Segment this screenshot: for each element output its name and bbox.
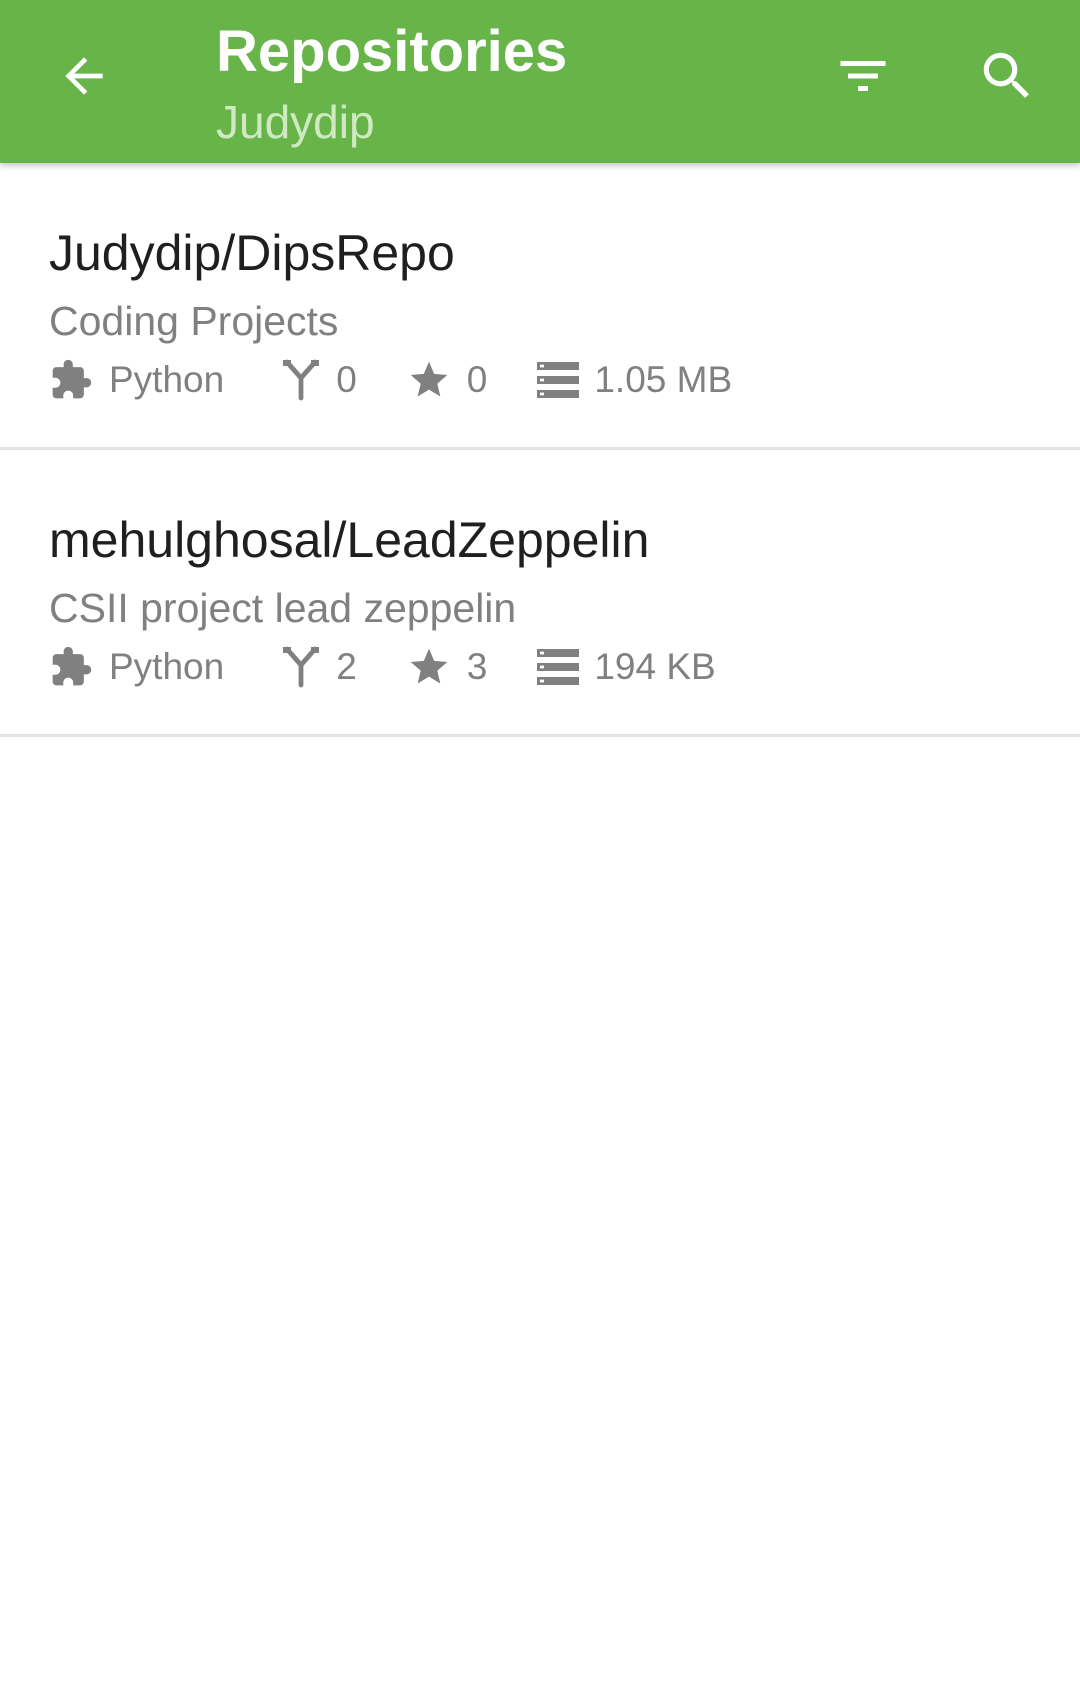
repository-meta: Python 0 0 1.05 MB — [49, 355, 732, 405]
language-label: Python — [109, 359, 225, 400]
repository-meta: Python 2 3 194 KB — [49, 642, 716, 692]
star-icon — [407, 645, 451, 689]
repository-language: Python — [49, 355, 224, 405]
size-label: 1.05 MB — [594, 359, 733, 400]
fork-icon — [281, 358, 321, 402]
repository-language: Python — [49, 642, 224, 692]
repository-forks: 0 — [281, 355, 357, 405]
page-title: Repositories — [216, 19, 568, 84]
storage-icon — [537, 360, 580, 400]
repository-list-item[interactable]: mehulghosal/LeadZeppelin CSII project le… — [0, 450, 1080, 737]
size-label: 194 KB — [594, 646, 716, 687]
repository-size: 194 KB — [537, 642, 716, 692]
back-button[interactable] — [44, 36, 124, 116]
repository-name: Judydip/DipsRepo — [49, 225, 455, 281]
repository-size: 1.05 MB — [537, 355, 732, 405]
puzzle-icon — [49, 645, 93, 689]
repository-forks: 2 — [281, 642, 357, 692]
filter-icon — [840, 61, 886, 91]
repository-list-item[interactable]: Judydip/DipsRepo Coding Projects Python … — [0, 163, 1080, 450]
search-icon — [983, 52, 1029, 98]
filter-button[interactable] — [823, 36, 903, 116]
repository-name: mehulghosal/LeadZeppelin — [49, 512, 650, 568]
fork-icon — [281, 645, 321, 689]
star-count: 0 — [466, 359, 488, 400]
search-button[interactable] — [967, 36, 1047, 116]
page-subtitle: Judydip — [216, 96, 375, 148]
repository-stars: 0 — [407, 355, 488, 405]
repository-stars: 3 — [407, 642, 488, 692]
language-label: Python — [109, 646, 225, 687]
fork-count: 2 — [336, 646, 357, 687]
repository-list: Judydip/DipsRepo Coding Projects Python … — [0, 163, 1080, 737]
app-bar: Repositories Judydip — [0, 0, 1080, 163]
repositories-screen: Repositories Judydip Judydip/DipsRepo Co… — [0, 0, 1080, 1699]
storage-icon — [537, 647, 580, 687]
star-count: 3 — [466, 646, 488, 687]
repository-description: Coding Projects — [49, 298, 339, 344]
repository-description: CSII project lead zeppelin — [49, 585, 517, 631]
puzzle-icon — [49, 358, 93, 402]
arrow-back-icon — [65, 57, 103, 95]
star-icon — [407, 358, 451, 402]
fork-count: 0 — [336, 359, 357, 400]
